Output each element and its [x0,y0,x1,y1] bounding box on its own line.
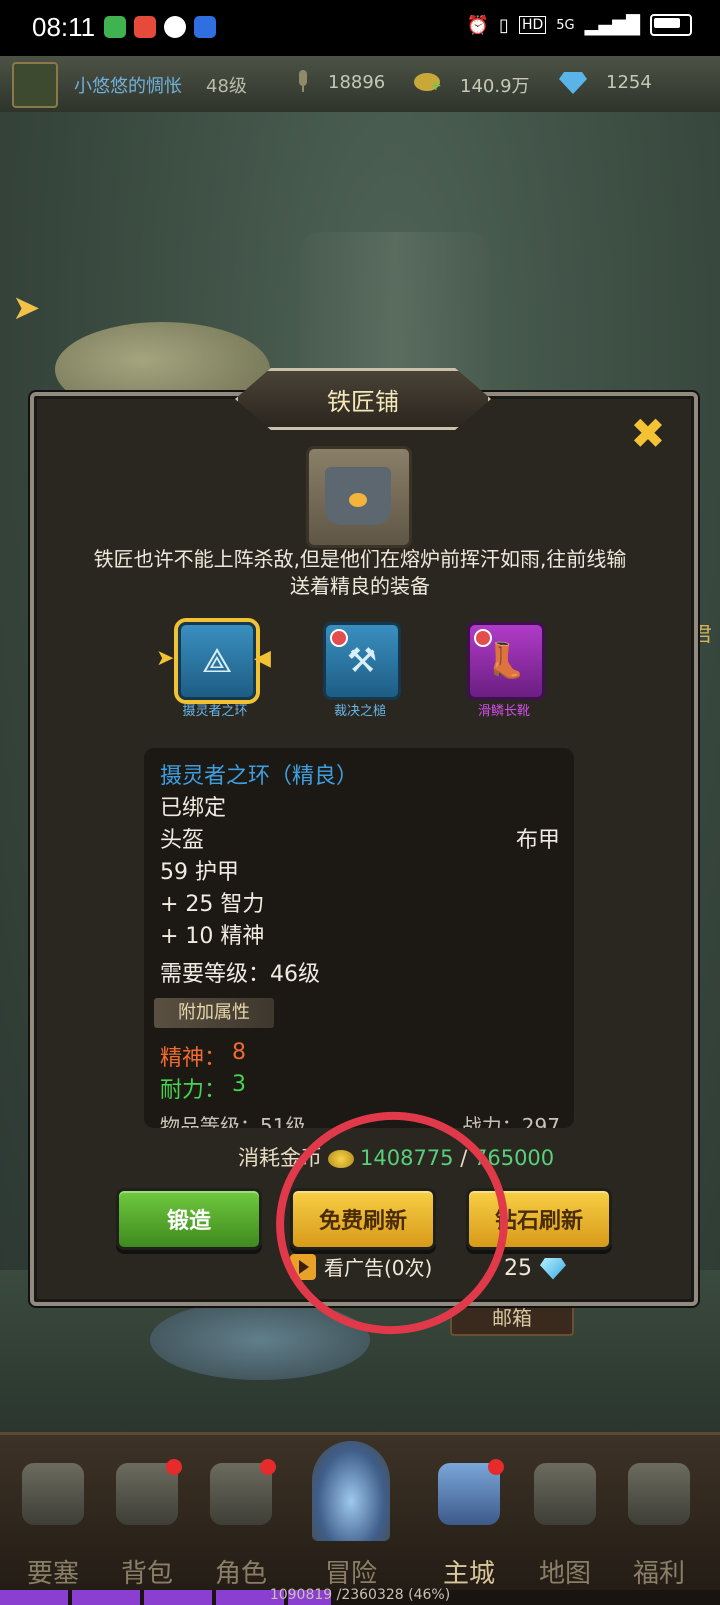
bottom-nav: 要塞 背包 角色 冒险 主城 地图 福利 [0,1432,720,1595]
extra-attributes-tag: 附加属性 [154,998,274,1028]
nav-bag[interactable]: 背包 [102,1435,192,1595]
item-slot-3[interactable]: 👢 [467,622,545,700]
notification-dot [260,1459,276,1475]
diamond-cost-value: 25 [504,1256,532,1281]
nav-label: 主城 [442,1559,495,1589]
selection-arrow-right-icon: ➤ [156,646,175,671]
resource-1-value: 18896 [328,72,386,93]
extra-attr-2-label: 耐力： [160,1078,227,1103]
armor-stat: 59 护甲 [160,860,239,885]
experience-text: 1090819 /2360328 (46%) [269,1587,451,1603]
item-slot-type: 头盔 [160,828,205,853]
hammer-icon: ⚒ [346,641,378,681]
app-icon [164,16,186,38]
nav-label: 背包 [120,1559,173,1589]
notification-dot [488,1459,504,1475]
item-title: 摄灵者之环（精良） [160,764,359,789]
signal-label: 5G [556,17,575,33]
alarm-icon: ⏰ [466,14,490,36]
extra-attr-1-label: 精神： [160,1046,227,1071]
item-name-1: 摄灵者之环 [182,704,248,719]
item-name-3: 滑鳞长靴 [477,704,530,719]
gift-icon [628,1463,690,1525]
hd-icon: HD [518,16,547,34]
nav-label: 福利 [632,1559,685,1589]
item-slot-1[interactable]: ⟁ [178,622,256,700]
selection-arrow-left-icon: ◀ [254,646,271,671]
nav-label: 要塞 [26,1559,79,1589]
forge-button[interactable]: 锻造 [116,1188,262,1250]
app-icon [134,16,156,38]
nav-adventure[interactable]: 冒险 [306,1435,396,1595]
nav-character[interactable]: 角色 [196,1435,286,1595]
nav-label: 角色 [214,1559,267,1589]
expand-arrow-icon[interactable]: ➤ [12,288,41,328]
gold-value: 140.9万 [460,76,530,97]
svg-text:+: + [430,78,442,94]
app-icon [104,16,126,38]
gold-icon: + [414,73,442,94]
bound-status: 已绑定 [160,796,227,821]
anvil-icon [306,446,412,548]
diamond-icon [540,1257,566,1280]
signal-icon: ▂▄▆█ [584,14,640,36]
nav-fortress[interactable]: 要塞 [8,1435,98,1595]
player-level: 48级 [206,76,247,97]
nav-welfare[interactable]: 福利 [614,1435,704,1595]
diamond-icon [559,72,587,94]
nav-label: 冒险 [324,1559,377,1589]
player-name: 小悠悠的惆怅 [74,76,182,97]
vibrate-icon: ▯ [499,14,509,36]
diamond-value: 1254 [606,72,652,93]
diamond-cost: 25 [504,1256,566,1281]
item-name-2: 裁决之槌 [333,704,386,719]
system-icons: ⏰ ▯ HD 5G ▂▄▆█ [467,14,692,36]
stat-intellect: + 25 智力 [160,892,265,917]
dialog-description: 铁匠也许不能上阵杀敌,但是他们在熔炉前挥汗如雨,往前线输送着精良的装备 [93,547,627,598]
item-detail-panel[interactable]: 摄灵者之环（精良） 已绑定 头盔 布甲 59 护甲 + 25 智力 + 10 精… [144,748,574,1128]
notification-dot [166,1459,182,1475]
clock: 08:11 [32,12,96,42]
stat-spirit: + 10 精神 [160,924,265,949]
player-avatar[interactable] [12,62,58,108]
notification-icons [104,16,216,38]
microphone-icon [299,70,307,92]
nav-label: 地图 [538,1559,591,1589]
armor-type: 布甲 [515,828,560,853]
nav-map[interactable]: 地图 [520,1435,610,1595]
nav-main-city[interactable]: 主城 [424,1435,514,1595]
experience-bar: 1090819 /2360328 (46%) [0,1587,720,1605]
close-button[interactable]: ✖ [626,412,670,456]
portal-icon [312,1441,390,1541]
resource-bar: 小悠悠的惆怅 48级 18896 + 140.9万 1254 [0,56,720,114]
boots-icon: 👢 [484,641,528,681]
item-power: 战力：297 [461,1114,560,1128]
status-bar: 08:11 ⏰ ▯ HD 5G ▂▄▆█ [0,0,720,56]
required-level: 需要等级：46级 [160,962,320,987]
item-level: 物品等级：51级 [160,1114,306,1128]
item-slot-2[interactable]: ⚒ [323,622,401,700]
scroll-map-icon [534,1463,596,1525]
fortress-icon [22,1463,84,1525]
ring-icon: ⟁ [201,641,233,681]
app-icon [194,16,216,38]
extra-attr-1-value: 8 [232,1040,246,1065]
battery-icon [650,14,692,36]
dialog-title: 铁匠铺 [235,368,491,430]
extra-attr-2-value: 3 [232,1072,246,1097]
